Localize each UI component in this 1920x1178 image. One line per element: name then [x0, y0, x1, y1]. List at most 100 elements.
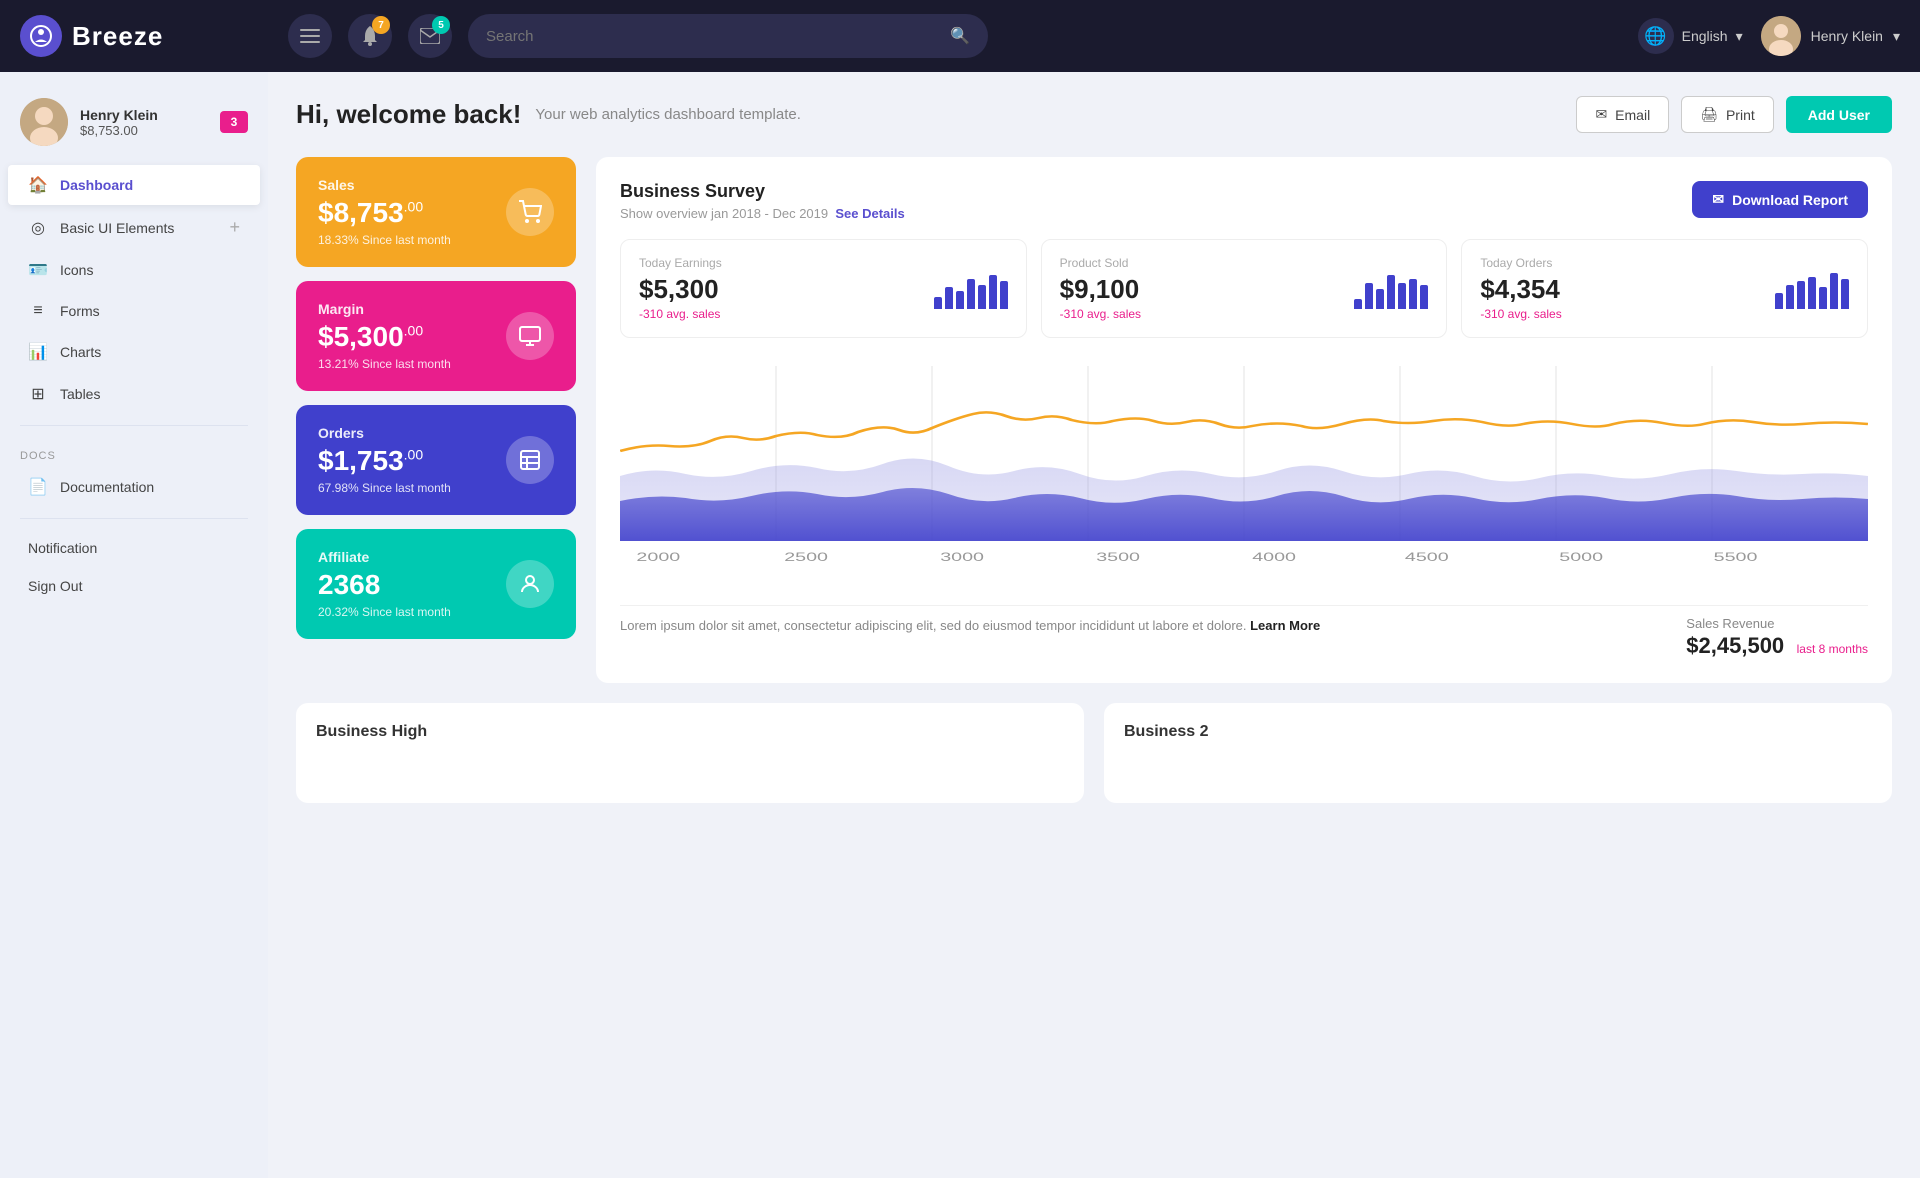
bottom-panel-right-title: Business 2 — [1124, 723, 1872, 741]
mini-card-value-earnings: $5,300 — [639, 274, 722, 305]
sales-revenue-value: $2,45,500 — [1686, 633, 1784, 658]
svg-text:5000: 5000 — [1559, 551, 1603, 564]
topbar-logo-area: Breeze — [20, 15, 288, 57]
sales-revenue-period: last 8 months — [1797, 642, 1868, 656]
stat-icon-margin — [506, 312, 554, 360]
nav-divider — [20, 425, 248, 426]
stat-icon-affiliate — [506, 560, 554, 608]
svg-text:2500: 2500 — [784, 551, 828, 564]
user-menu[interactable]: Henry Klein ▾ — [1761, 16, 1900, 56]
search-bar: 🔍 — [468, 14, 988, 58]
sidebar-item-icons[interactable]: 🪪 Icons — [8, 250, 260, 290]
header-actions: ✉ Email 🖨 Print Add User — [1576, 96, 1892, 133]
mini-card-value-product: $9,100 — [1060, 274, 1141, 305]
chart-bar — [1376, 289, 1384, 309]
sales-revenue-row: $2,45,500 last 8 months — [1686, 633, 1868, 659]
stat-value-sales: $8,753.00 — [318, 197, 506, 229]
stat-value-orders: $1,753.00 — [318, 445, 506, 477]
mini-card-product: Product Sold $9,100 -310 avg. sales — [1041, 239, 1448, 338]
stat-info-sales: Sales $8,753.00 18.33% Since last month — [318, 177, 506, 247]
chart-bar — [967, 279, 975, 309]
sidebar-item-label: Documentation — [60, 479, 154, 495]
sidebar-item-label: Basic UI Elements — [60, 220, 174, 236]
nav-divider-2 — [20, 518, 248, 519]
notifications-button[interactable]: 7 — [348, 14, 392, 58]
stat-change-sales: 18.33% Since last month — [318, 233, 506, 247]
main-wrap: Henry Klein $8,753.00 3 🏠 Dashboard ◎ Ba… — [0, 72, 1920, 1178]
sidebar-user-name: Henry Klein — [80, 107, 208, 123]
stat-card-orders: Orders $1,753.00 67.98% Since last month — [296, 405, 576, 515]
sidebar-user-info: Henry Klein $8,753.00 — [80, 107, 208, 138]
language-selector[interactable]: 🌐 English ▾ — [1638, 18, 1743, 54]
print-icon: 🖨 — [1700, 106, 1718, 123]
add-user-button[interactable]: Add User — [1786, 96, 1892, 133]
bottom-panel-left-title: Business High — [316, 723, 1064, 741]
charts-icon: 📊 — [28, 342, 48, 362]
chart-bar — [1354, 299, 1362, 309]
sidebar-item-label: Tables — [60, 386, 100, 402]
stat-value-margin: $5,300.00 — [318, 321, 506, 353]
sidebar-user-badge: 3 — [220, 111, 248, 133]
language-label: English — [1682, 28, 1728, 44]
chart-bar — [978, 285, 986, 309]
globe-icon: 🌐 — [1638, 18, 1674, 54]
mini-card-value-today-orders: $4,354 — [1480, 274, 1561, 305]
messages-button[interactable]: 5 — [408, 14, 452, 58]
tables-icon: ⊞ — [28, 384, 48, 404]
stat-info-orders: Orders $1,753.00 67.98% Since last month — [318, 425, 506, 495]
sidebar-item-documentation[interactable]: 📄 Documentation — [8, 467, 260, 507]
chart-bar — [1409, 279, 1417, 309]
sidebar-item-charts[interactable]: 📊 Charts — [8, 332, 260, 372]
chart-bar — [1797, 281, 1805, 309]
home-icon: 🏠 — [28, 175, 48, 195]
download-icon: ✉ — [1712, 191, 1724, 208]
forms-icon: ≡ — [28, 302, 48, 320]
welcome-subtitle: Your web analytics dashboard template. — [535, 106, 1576, 123]
sidebar: Henry Klein $8,753.00 3 🏠 Dashboard ◎ Ba… — [0, 72, 268, 1178]
stat-cards: Sales $8,753.00 18.33% Since last month … — [296, 157, 576, 683]
chart-bar — [1387, 275, 1395, 309]
welcome-title: Hi, welcome back! — [296, 99, 521, 130]
svg-text:3500: 3500 — [1096, 551, 1140, 564]
area-chart: 2000 2500 3000 3500 4000 4500 5000 5500 — [620, 356, 1868, 591]
topbar: Breeze 7 5 🔍 — [0, 0, 1920, 72]
mini-chart-today-orders — [1775, 269, 1849, 309]
stat-icon-orders — [506, 436, 554, 484]
user-avatar — [1761, 16, 1801, 56]
stat-change-orders: 67.98% Since last month — [318, 481, 506, 495]
email-btn-label: Email — [1615, 107, 1650, 123]
svg-text:4500: 4500 — [1405, 551, 1449, 564]
see-details-link[interactable]: See Details — [835, 206, 904, 221]
learn-more-link[interactable]: Learn More — [1250, 618, 1320, 633]
stat-label-margin: Margin — [318, 301, 506, 317]
sidebar-item-signout[interactable]: Sign Out — [8, 568, 260, 604]
search-input[interactable] — [486, 28, 940, 45]
print-button[interactable]: 🖨 Print — [1681, 96, 1774, 133]
email-button[interactable]: ✉ Email — [1576, 96, 1669, 133]
download-report-button[interactable]: ✉ Download Report — [1692, 181, 1868, 218]
sidebar-item-notification[interactable]: Notification — [8, 530, 260, 566]
download-report-label: Download Report — [1732, 192, 1848, 208]
sidebar-item-tables[interactable]: ⊞ Tables — [8, 374, 260, 414]
sidebar-item-dashboard[interactable]: 🏠 Dashboard — [8, 165, 260, 205]
stat-change-margin: 13.21% Since last month — [318, 357, 506, 371]
mini-card-info-earnings: Today Earnings $5,300 -310 avg. sales — [639, 256, 722, 321]
chart-bar — [989, 275, 997, 309]
user-name-topbar: Henry Klein — [1811, 28, 1883, 44]
expand-icon: + — [229, 217, 240, 238]
mini-card-label-product: Product Sold — [1060, 256, 1141, 270]
mini-card-earnings: Today Earnings $5,300 -310 avg. sales — [620, 239, 1027, 338]
stat-label-orders: Orders — [318, 425, 506, 441]
sales-revenue-label: Sales Revenue — [1686, 616, 1868, 631]
chart-bar — [1420, 285, 1428, 309]
sidebar-item-ui-elements[interactable]: ◎ Basic UI Elements + — [8, 207, 260, 248]
mini-card-info-product: Product Sold $9,100 -310 avg. sales — [1060, 256, 1141, 321]
sidebar-item-forms[interactable]: ≡ Forms — [8, 292, 260, 330]
topbar-right: 🌐 English ▾ Henry Klein ▾ — [1638, 16, 1900, 56]
svg-text:4000: 4000 — [1252, 551, 1296, 564]
print-btn-label: Print — [1726, 107, 1755, 123]
chart-footer-text: Lorem ipsum dolor sit amet, consectetur … — [620, 616, 1320, 636]
menu-button[interactable] — [288, 14, 332, 58]
mini-chart-earnings — [934, 269, 1008, 309]
email-icon: ✉ — [1595, 106, 1607, 123]
